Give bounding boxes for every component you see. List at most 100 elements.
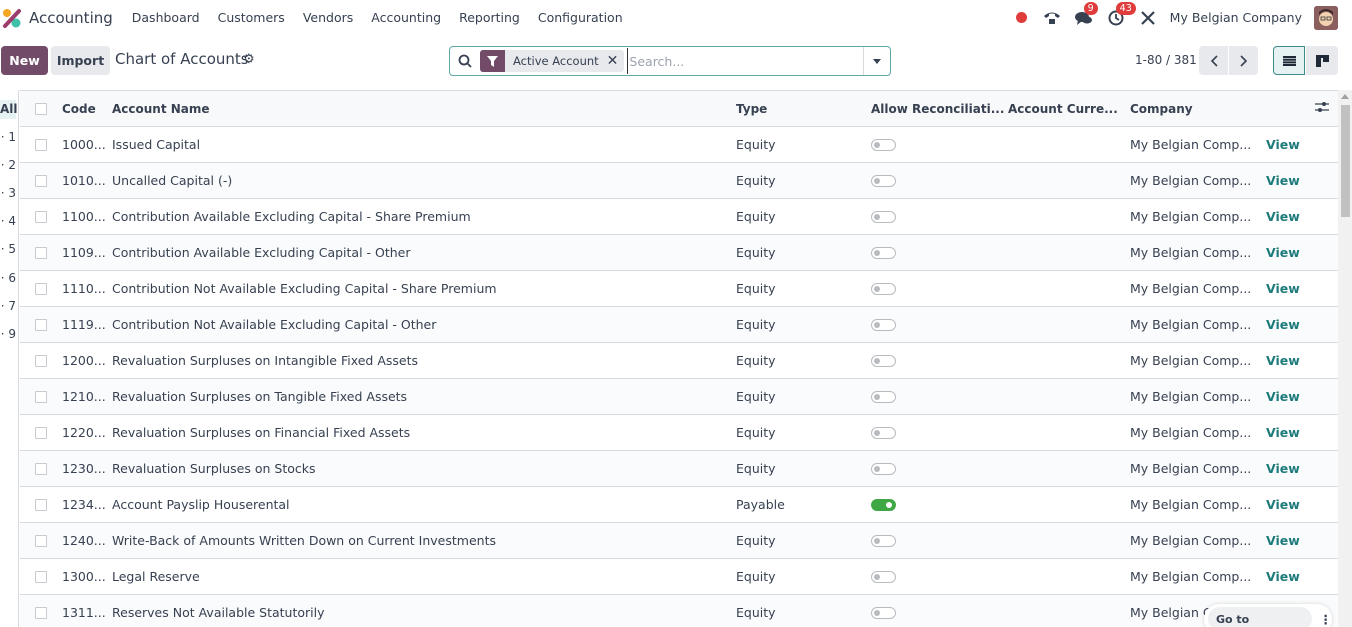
row-checkbox[interactable] (35, 499, 47, 511)
row-checkbox[interactable] (35, 175, 47, 187)
search-options-dropdown-toggle[interactable] (863, 47, 890, 75)
row-checkbox[interactable] (35, 283, 47, 295)
row-checkbox[interactable] (35, 571, 47, 583)
accounting-app-logo-icon[interactable] (2, 8, 22, 28)
column-header-type[interactable]: Type (736, 102, 767, 116)
allow-reconciliation-toggle[interactable] (871, 247, 896, 259)
table-row[interactable]: 1200... Revaluation Surpluses on Intangib… (20, 343, 1338, 379)
allow-reconciliation-toggle[interactable] (871, 499, 896, 511)
group-filter-item[interactable]: · 2 (0, 158, 16, 172)
view-link[interactable]: View (1266, 559, 1300, 595)
pager-value[interactable]: 1-80 / 381 (1135, 53, 1197, 67)
allow-reconciliation-toggle[interactable] (871, 427, 896, 439)
more-options-kebab-icon[interactable]: ⋮ (1320, 612, 1333, 627)
row-checkbox[interactable] (35, 535, 47, 547)
vertical-scrollbar[interactable] (1338, 90, 1352, 627)
view-link[interactable]: View (1266, 163, 1300, 199)
new-button[interactable]: New (1, 46, 48, 75)
view-link[interactable]: View (1266, 127, 1300, 163)
group-filter-item[interactable]: · 6 (0, 271, 16, 285)
group-filter-item[interactable]: · 5 (0, 242, 16, 256)
group-filter-item[interactable]: · 7 (0, 299, 16, 313)
optional-columns-toggle[interactable] (1315, 101, 1329, 116)
row-checkbox[interactable] (35, 463, 47, 475)
group-filter-all[interactable]: All (0, 100, 18, 119)
table-row[interactable]: 1109... Contribution Available Excluding … (20, 235, 1338, 271)
view-link[interactable]: View (1266, 487, 1300, 523)
row-checkbox[interactable] (35, 211, 47, 223)
allow-reconciliation-toggle[interactable] (871, 355, 896, 367)
allow-reconciliation-toggle[interactable] (871, 211, 896, 223)
import-button[interactable]: Import (51, 46, 110, 75)
row-checkbox[interactable] (35, 607, 47, 619)
table-row[interactable]: 1210... Revaluation Surpluses on Tangible… (20, 379, 1338, 415)
view-link[interactable]: View (1266, 379, 1300, 415)
column-header-account-name[interactable]: Account Name (112, 102, 210, 116)
recording-indicator-icon[interactable] (1015, 12, 1027, 23)
view-link[interactable]: View (1266, 235, 1300, 271)
view-link[interactable]: View (1266, 271, 1300, 307)
select-all-checkbox[interactable] (35, 103, 47, 115)
pager-previous-button[interactable] (1199, 46, 1228, 75)
group-filter-item[interactable]: · 1 (0, 130, 16, 144)
menu-customers[interactable]: Customers (209, 10, 294, 25)
allow-reconciliation-toggle[interactable] (871, 535, 896, 547)
pager-next-button[interactable] (1229, 46, 1258, 75)
column-header-code[interactable]: Code (62, 102, 96, 116)
menu-reporting[interactable]: Reporting (450, 10, 529, 25)
row-checkbox[interactable] (35, 319, 47, 331)
app-title[interactable]: Accounting (29, 9, 113, 27)
table-row[interactable]: 1300... Legal Reserve Equity My Belgian Com… (20, 559, 1338, 595)
allow-reconciliation-toggle[interactable] (871, 571, 896, 583)
table-row[interactable]: 1010... Uncalled Capital (-) Equity My Belg… (20, 163, 1338, 199)
view-link[interactable]: View (1266, 451, 1300, 487)
group-filter-item[interactable]: · 4 (0, 214, 16, 228)
allow-reconciliation-toggle[interactable] (871, 139, 896, 151)
table-row[interactable]: 1230... Revaluation Surpluses on Stocks Eq… (20, 451, 1338, 487)
search-icon[interactable] (450, 54, 480, 68)
go-to-frontend-button[interactable]: Go to Frontend (1208, 607, 1312, 627)
view-link[interactable]: View (1266, 343, 1300, 379)
view-link[interactable]: View (1266, 415, 1300, 451)
phone-icon[interactable] (1042, 8, 1062, 28)
allow-reconciliation-toggle[interactable] (871, 319, 896, 331)
allow-reconciliation-toggle[interactable] (871, 391, 896, 403)
group-filter-item[interactable]: · 9 (0, 327, 16, 341)
row-checkbox[interactable] (35, 247, 47, 259)
row-checkbox[interactable] (35, 355, 47, 367)
row-checkbox[interactable] (35, 391, 47, 403)
table-row[interactable]: 1220... Revaluation Surpluses on Financia… (20, 415, 1338, 451)
gear-icon[interactable]: ⚙ (243, 52, 255, 67)
table-row[interactable]: 1110... Contribution Not Available Exclud… (20, 271, 1338, 307)
table-row[interactable]: 1119... Contribution Not Available Exclud… (20, 307, 1338, 343)
scrollbar-thumb[interactable] (1341, 105, 1350, 217)
debug-tools-icon[interactable] (1138, 8, 1158, 28)
menu-dashboard[interactable]: Dashboard (123, 10, 209, 25)
row-checkbox[interactable] (35, 139, 47, 151)
table-row[interactable]: 1234... Account Payslip Houserental Payabl… (20, 487, 1338, 523)
view-link[interactable]: View (1266, 307, 1300, 343)
menu-configuration[interactable]: Configuration (529, 10, 632, 25)
column-header-company[interactable]: Company (1130, 102, 1193, 116)
row-checkbox[interactable] (35, 427, 47, 439)
column-header-allow-reconciliation[interactable]: Allow Reconciliati... (871, 102, 1004, 116)
allow-reconciliation-toggle[interactable] (871, 607, 896, 619)
table-row[interactable]: 1000... Issued Capital Equity My Belgian Co… (20, 127, 1338, 163)
group-filter-item[interactable]: · 3 (0, 186, 16, 200)
scroll-up-arrow-icon[interactable] (1341, 94, 1349, 99)
allow-reconciliation-toggle[interactable] (871, 175, 896, 187)
table-row[interactable]: 1311... Reserves Not Available Statutoril… (20, 595, 1338, 627)
menu-vendors[interactable]: Vendors (294, 10, 362, 25)
company-switcher[interactable]: My Belgian Company (1170, 10, 1302, 25)
allow-reconciliation-toggle[interactable] (871, 283, 896, 295)
user-avatar[interactable] (1314, 5, 1338, 30)
menu-accounting[interactable]: Accounting (362, 10, 450, 25)
table-row[interactable]: 1240... Write-Back of Amounts Written Dow… (20, 523, 1338, 559)
view-link[interactable]: View (1266, 523, 1300, 559)
messages-icon[interactable]: 9 (1074, 1, 1098, 28)
view-link[interactable]: View (1266, 199, 1300, 235)
search-input[interactable] (627, 48, 863, 74)
column-header-account-currency[interactable]: Account Curre... (1008, 102, 1118, 116)
table-row[interactable]: 1100... Contribution Available Excluding … (20, 199, 1338, 235)
remove-facet-close-icon[interactable]: ✕ (607, 53, 625, 69)
